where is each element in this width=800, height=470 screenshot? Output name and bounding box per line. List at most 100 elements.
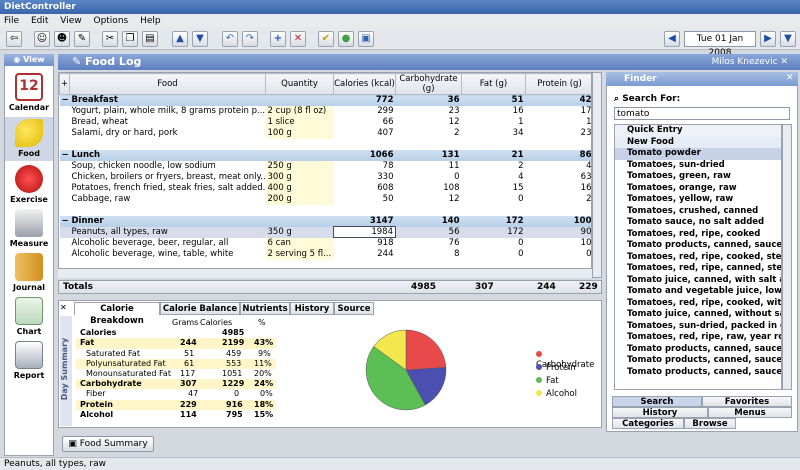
column-header-fat[interactable]: Fat (g) bbox=[461, 73, 526, 95]
table-row[interactable]: Yogurt, plain, whole milk, 8 grams prote… bbox=[60, 105, 591, 117]
calendar-dropdown-icon[interactable]: ▼ bbox=[780, 31, 796, 47]
view-button[interactable]: ◉ View bbox=[4, 54, 54, 66]
list-item[interactable]: Tomato sauce, no salt added bbox=[615, 217, 781, 229]
table-row-selected[interactable]: Peanuts, all types, raw 350 g 1984 56 17… bbox=[59, 226, 591, 238]
tab-search[interactable]: Search bbox=[612, 396, 702, 407]
cut-icon[interactable]: ✂ bbox=[102, 31, 118, 47]
tab-menus[interactable]: Menus bbox=[708, 407, 792, 418]
sidebar-item-measure[interactable]: Measure bbox=[5, 209, 53, 248]
quantity-cell[interactable]: 300 g bbox=[265, 171, 334, 183]
list-item[interactable]: Tomato products, canned, sauce bbox=[615, 240, 781, 252]
tab-favorites[interactable]: Favorites bbox=[702, 396, 792, 407]
quantity-cell[interactable]: 100 g bbox=[265, 127, 334, 139]
meal-row-breakfast[interactable]: − Breakfast 772 36 51 42 bbox=[59, 94, 591, 106]
list-item[interactable]: Tomato products, canned, sauce, with bbox=[615, 344, 781, 356]
quantity-cell[interactable]: 6 can bbox=[265, 237, 334, 249]
sidebar-item-food[interactable]: Food bbox=[5, 117, 53, 161]
list-item[interactable]: Tomato products, canned, sauce, with bbox=[615, 367, 781, 379]
exit-icon[interactable]: ⇦ bbox=[6, 31, 22, 47]
panel-close-icon[interactable]: ✕ bbox=[60, 303, 67, 312]
close-icon[interactable]: ✕ bbox=[780, 57, 788, 67]
search-input[interactable] bbox=[614, 107, 790, 120]
table-horizontal-scrollbar[interactable] bbox=[58, 268, 592, 278]
list-item[interactable]: Tomatoes, sun-dried bbox=[615, 160, 781, 172]
table-row[interactable]: Bread, wheat 1 slice 66 12 1 1 bbox=[60, 116, 591, 128]
sidebar-item-report[interactable]: Report bbox=[5, 341, 53, 380]
list-item[interactable]: Tomato juice, canned, without salt a bbox=[615, 309, 781, 321]
list-item[interactable]: Tomatoes, red, ripe, cooked, stewed bbox=[615, 252, 781, 264]
tab-source[interactable]: Source bbox=[334, 302, 374, 315]
menu-edit[interactable]: Edit bbox=[31, 16, 48, 26]
food-summary-button[interactable]: ▣ Food Summary bbox=[62, 436, 154, 452]
quantity-cell[interactable]: 400 g bbox=[265, 182, 334, 194]
arrow-down-icon[interactable]: ▼ bbox=[192, 31, 208, 47]
meal-row-lunch[interactable]: − Lunch 1066 131 21 86 bbox=[59, 149, 591, 161]
apple-icon[interactable]: ● bbox=[338, 31, 354, 47]
list-item[interactable]: Tomato products, canned, sauce, spa bbox=[615, 355, 781, 367]
table-vertical-scrollbar[interactable] bbox=[592, 72, 602, 278]
quantity-cell[interactable]: 250 g bbox=[265, 160, 334, 172]
users-icon[interactable]: ☺ bbox=[34, 31, 50, 47]
quantity-cell[interactable]: 1 slice bbox=[265, 116, 334, 128]
collapse-icon[interactable]: − bbox=[59, 94, 70, 106]
table-row[interactable]: Salami, dry or hard, pork 100 g 407 2 34… bbox=[60, 127, 591, 139]
previous-day-icon[interactable]: ◀ bbox=[664, 31, 680, 47]
sidebar-item-calendar[interactable]: 12 Calendar bbox=[5, 73, 53, 112]
column-header-protein[interactable]: Protein (g) bbox=[525, 73, 591, 95]
list-item[interactable]: Tomatoes, yellow, raw bbox=[615, 194, 781, 206]
list-item[interactable]: Tomatoes, red, ripe, raw, year round a bbox=[615, 332, 781, 344]
select-column-header[interactable]: + bbox=[59, 73, 70, 95]
tab-browse[interactable]: Browse bbox=[684, 418, 736, 429]
redo-icon[interactable]: ↷ bbox=[242, 31, 258, 47]
paste-icon[interactable]: ▤ bbox=[142, 31, 158, 47]
quantity-cell[interactable]: 2 serving 5 fl... bbox=[265, 248, 334, 260]
menu-file[interactable]: File bbox=[4, 16, 19, 26]
table-row[interactable]: Alcoholic beverage, beer, regular, all 6… bbox=[60, 237, 591, 249]
column-header-food[interactable]: Food bbox=[69, 73, 266, 95]
list-item[interactable]: Tomatoes, red, ripe, cooked, with sal bbox=[615, 298, 781, 310]
list-item[interactable]: Tomatoes, red, ripe, canned, stewed bbox=[615, 263, 781, 275]
add-icon[interactable]: + bbox=[270, 31, 286, 47]
list-item[interactable]: Tomato and vegetable juice, low sod bbox=[615, 286, 781, 298]
list-item[interactable]: New Food bbox=[615, 136, 781, 148]
list-item[interactable]: Tomatoes, green, raw bbox=[615, 171, 781, 183]
finder-scrollbar[interactable] bbox=[782, 124, 792, 390]
collapse-icon[interactable]: − bbox=[59, 149, 70, 161]
tab-categories[interactable]: Categories bbox=[612, 418, 684, 429]
calories-cell[interactable]: 1984 bbox=[333, 226, 396, 238]
table-row[interactable]: Cabbage, raw 200 g 50 12 0 2 bbox=[60, 193, 591, 205]
collapse-icon[interactable]: − bbox=[59, 215, 70, 227]
list-item[interactable]: Tomato powder bbox=[615, 148, 781, 160]
list-item[interactable]: Tomatoes, sun-dried, packed in oil, c bbox=[615, 321, 781, 333]
menu-help[interactable]: Help bbox=[140, 16, 161, 26]
tab-calorie-breakdown[interactable]: Calorie Breakdown bbox=[74, 302, 160, 326]
list-item[interactable]: Tomatoes, red, ripe, cooked bbox=[615, 229, 781, 241]
finder-close-icon[interactable]: ✕ bbox=[786, 73, 794, 83]
sidebar-item-exercise[interactable]: Exercise bbox=[5, 165, 53, 204]
edit-user-icon[interactable]: ✎ bbox=[74, 31, 90, 47]
sidebar-item-journal[interactable]: Journal bbox=[5, 253, 53, 292]
table-row[interactable]: Chicken, broilers or fryers, breast, mea… bbox=[60, 171, 591, 183]
user-icon[interactable]: ☻ bbox=[54, 31, 70, 47]
tab-history-summary[interactable]: History bbox=[290, 302, 334, 315]
undo-icon[interactable]: ↶ bbox=[222, 31, 238, 47]
quantity-cell[interactable]: 350 g bbox=[265, 226, 334, 238]
column-header-carbohydrate[interactable]: Carbohydrate (g) bbox=[395, 73, 462, 95]
window-icon[interactable]: ▣ bbox=[358, 31, 374, 47]
date-field[interactable]: Tue 01 Jan 2008 bbox=[684, 31, 756, 58]
menu-view[interactable]: View bbox=[60, 16, 81, 26]
column-header-quantity[interactable]: Quantity bbox=[265, 73, 334, 95]
arrow-up-icon[interactable]: ▲ bbox=[172, 31, 188, 47]
quantity-cell[interactable]: 2 cup (8 fl oz) bbox=[265, 105, 334, 117]
delete-icon[interactable]: ✕ bbox=[290, 31, 306, 47]
tab-nutrients[interactable]: Nutrients bbox=[240, 302, 290, 315]
column-header-calories[interactable]: Calories (kcal) bbox=[333, 73, 396, 95]
menu-options[interactable]: Options bbox=[93, 16, 128, 26]
list-item[interactable]: Quick Entry bbox=[615, 125, 781, 137]
tab-history[interactable]: History bbox=[612, 407, 708, 418]
tab-calorie-balance[interactable]: Calorie Balance bbox=[160, 302, 240, 315]
checklist-icon[interactable]: ✔ bbox=[318, 31, 334, 47]
list-item[interactable]: Tomatoes, crushed, canned bbox=[615, 206, 781, 218]
meal-row-dinner[interactable]: − Dinner 3147 140 172 100 bbox=[59, 215, 591, 227]
list-item[interactable]: Tomatoes, orange, raw bbox=[615, 183, 781, 195]
